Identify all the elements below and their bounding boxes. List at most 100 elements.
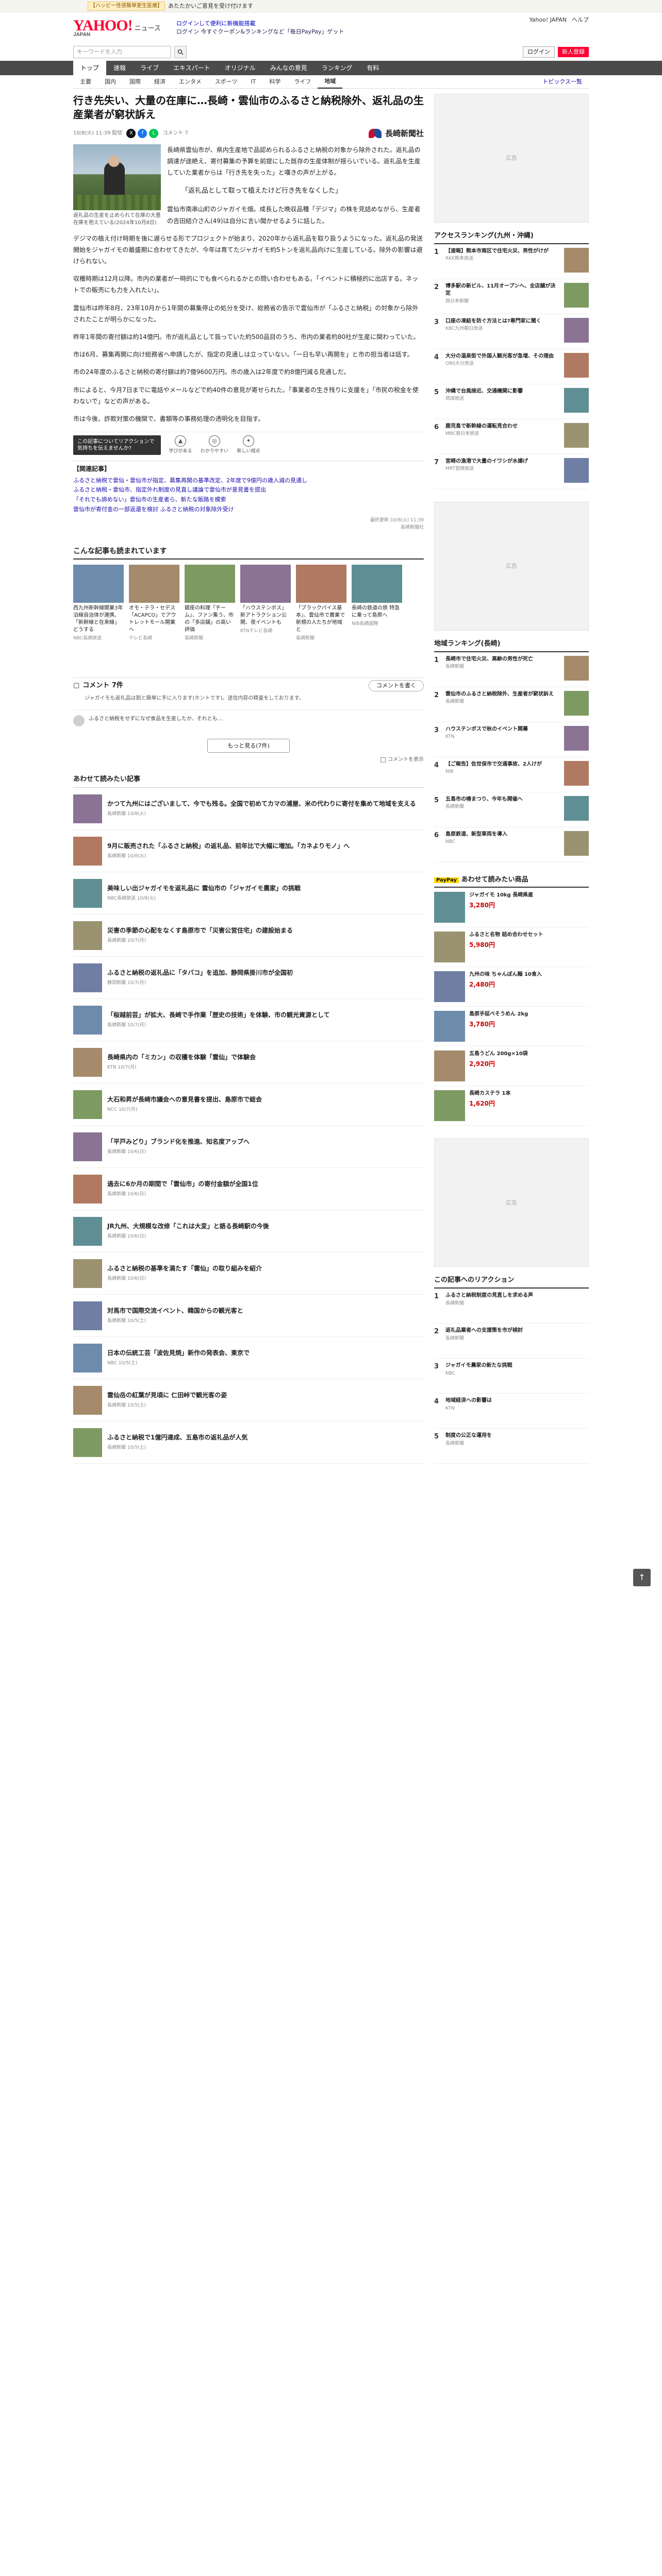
search-input[interactable]: キーワードを入力 (73, 46, 171, 58)
rank-title: 返礼品業者への支援策を市が検討 (445, 1328, 523, 1334)
subnav-item-6[interactable]: IT (244, 77, 262, 87)
yahoo-logo[interactable]: YAHOO! JAPAN (73, 18, 133, 38)
ad-banner[interactable]: 広告 (434, 1138, 589, 1267)
ranking-item[interactable]: 3 口座の凍結を防ぐ方法とは?専門家に聞く KBC九州朝日放送 (434, 314, 589, 349)
ranking-item[interactable]: 6 島原鉄道、新型車両を導入 NBC (434, 827, 589, 862)
notice-tag[interactable]: 【ハッピー性感簡単更生医療】 (88, 1, 165, 11)
more-comments-button[interactable]: もっと見る(7件) (207, 738, 290, 753)
product-item[interactable]: 九州の味 ちゃんぽん麺 10食入 2,480円 (434, 967, 589, 1007)
ranking-item[interactable]: 1 ふるさと納税制度の見直しを求める声 長崎新聞 (434, 1289, 589, 1324)
topics-link[interactable]: トピックス一覧 (536, 77, 589, 87)
help-link[interactable]: ヘルプ (572, 15, 589, 25)
recommend-item[interactable]: 災害の季節の心配をなくす島原市で「災害公営住宅」の建設始まる 長崎新聞 10/7(… (73, 914, 424, 957)
subnav-item-0[interactable]: 主要 (73, 77, 98, 87)
ranking-item[interactable]: 2 博多駅の新ビル、11月オープンへ、全店舗が決定 西日本新聞 (434, 279, 589, 314)
x-share-icon[interactable]: X (126, 129, 136, 138)
yahoo-top-link[interactable]: Yahoo! JAPAN (529, 15, 567, 25)
also-read-card[interactable]: 長崎の鉄道の旅 特急に乗って島原へ NIB長崎国際 (352, 564, 402, 642)
recommend-item[interactable]: 9月に販売された「ふるさと納税」の返礼品、前年比で大幅に増加。「カネよりモノ」へ… (73, 830, 424, 873)
product-item[interactable]: 長崎カステラ 1本 1,620円 (434, 1086, 589, 1126)
reaction-learn[interactable]: ▲ 学びがある (166, 435, 195, 455)
login-button[interactable]: ログイン (523, 46, 555, 58)
recommend-item[interactable]: 対馬市で国際交流イベント、韓国からの観光客と 長崎新聞 10/5(土) (73, 1295, 424, 1337)
recommend-item[interactable]: ふるさと納税の返礼品に「タバコ」を追加、静岡県掛川市が全国初 静岡新聞 10/7(… (73, 957, 424, 999)
subnav-item-5[interactable]: スポーツ (208, 77, 244, 87)
also-read-card[interactable]: 「ブラックパイス基本」、雲仙市で農業で新規の人たちが地域と 長崎新聞 (296, 564, 346, 642)
ranking-item[interactable]: 6 鹿児島で新幹線の運転見合わせ MBC南日本放送 (434, 419, 589, 454)
product-item[interactable]: 島原手延べそうめん 2kg 3,780円 (434, 1007, 589, 1047)
subnav-item-1[interactable]: 国内 (98, 77, 123, 87)
ranking-item[interactable]: 2 返礼品業者への支援策を市が検討 長崎新聞 (434, 1324, 589, 1359)
recommend-item[interactable]: 美味しい出ジャガイモを返礼品に 雲仙市の「ジャガイモ農家」の挑戦 NBC長崎放送 … (73, 872, 424, 915)
reaction-new[interactable]: ✦ 新しい視点 (234, 435, 263, 455)
ranking-item[interactable]: 7 宮崎の漁港で大量のイワシが水揚げ MRT宮崎放送 (434, 454, 589, 489)
rank-title: ジャガイモ農家の新たな挑戦 (445, 1363, 512, 1369)
subnav-item-9[interactable]: 地域 (318, 75, 343, 89)
nav-item-3[interactable]: エキスパート (166, 61, 218, 75)
nav-item-2[interactable]: ライブ (133, 61, 166, 75)
recommend-item[interactable]: 雲仙岳の紅葉が見頃に 仁田峠で観光客の姿 長崎新聞 10/5(土) (73, 1379, 424, 1422)
nav-item-6[interactable]: ランキング (315, 61, 360, 75)
rank-title: ハウステンボスで秋のイベント開幕 (445, 726, 528, 732)
nav-item-5[interactable]: みんなの意見 (263, 61, 315, 75)
ranking-item[interactable]: 1 【速報】熊本市南区で住宅火災、男性がけが RKK熊本放送 (434, 244, 589, 279)
recommend-item[interactable]: JR九州、大規模な改修「これは大変」と語る長崎駅の今後 長崎新聞 10/6(日) (73, 1210, 424, 1253)
search-button[interactable] (174, 46, 187, 58)
header-link-2[interactable]: ログイン 今すぐクーポン&ランキングなど「毎日PayPay」ゲット (176, 28, 344, 37)
ad-banner[interactable]: 広告 (434, 501, 589, 631)
header-link-1[interactable]: ログインして便利に新機能搭載 (176, 20, 256, 27)
reaction-clear[interactable]: ◎ わかりやすい (200, 435, 229, 455)
ranking-item[interactable]: 1 長崎市で住宅火災、高齢の男性が死亡 長崎新聞 (434, 652, 589, 687)
ranking-item[interactable]: 5 沖縄で台風接近、交通機関に影響 琉球放送 (434, 384, 589, 419)
recommend-item[interactable]: 長崎県内の「ミカン」の収穫を体験「雲仙」で体験会 KTN 10/7(月) (73, 1041, 424, 1084)
ranking-item[interactable]: 3 ハウステンボスで秋のイベント開幕 KTN (434, 722, 589, 757)
product-item[interactable]: 五島うどん 200g×10袋 2,920円 (434, 1046, 589, 1087)
line-share-icon[interactable]: L (149, 129, 159, 138)
ranking-item[interactable]: 5 制度の公正な運用を 長崎新聞 (434, 1429, 589, 1464)
recommend-item[interactable]: ふるさと納税で1億円達成、五島市の返礼品が人気 長崎新聞 10/5(土) (73, 1421, 424, 1464)
nav-item-4[interactable]: オリジナル (218, 61, 263, 75)
product-item[interactable]: ジャガイモ 10kg 長崎県産 3,280円 (434, 888, 589, 928)
nav-item-0[interactable]: トップ (73, 61, 107, 75)
ranking-item[interactable]: 4 【ご報告】佐世保市で交通事故、2人けが NIB (434, 757, 589, 792)
subnav-item-7[interactable]: 科学 (262, 77, 287, 87)
facebook-share-icon[interactable]: f (138, 129, 147, 138)
page-top-button[interactable]: ↑ (633, 1569, 651, 1586)
subnav-item-2[interactable]: 国際 (123, 77, 147, 87)
recommend-item[interactable]: かつて九州にはございまして、今でも残る。全国で初めてカマの浦屋、米の代わりに寄付… (73, 788, 424, 831)
ranking-item[interactable]: 5 五島市の椿まつり、今年も開催へ 長崎新聞 (434, 792, 589, 827)
subnav-item-4[interactable]: エンタメ (172, 77, 208, 87)
comment-count[interactable]: コメント 7 (162, 129, 188, 138)
comment-toggle[interactable]: コメントを表示 (73, 756, 424, 764)
ad-banner[interactable]: 広告 (434, 94, 589, 223)
article-photo[interactable]: 返礼品の生産を止められて在庫の大量在庫を抱えている(2024年10月8日) (73, 144, 161, 233)
write-comment-button[interactable]: コメントを書く (369, 680, 424, 691)
related-link[interactable]: ふるさと納税・雲仙市、指定外れ制度の見直し議論で雲仙市が意見書を提出 (73, 485, 424, 495)
ranking-item[interactable]: 4 大分の温泉街で外国人観光客が急増、その理由 OBS大分放送 (434, 349, 589, 384)
nav-item-7[interactable]: 有料 (359, 61, 386, 75)
nav-item-1[interactable]: 速報 (106, 61, 133, 75)
related-link[interactable]: ふるさと納税で雲仙・雲仙市が指定、募集再開の基準改定、2年度で9億円の歳入減の見… (73, 476, 424, 486)
recommend-item[interactable]: 「平戸みどり」ブランド化を推進、知名度アップへ 長崎新聞 10/6(日) (73, 1126, 424, 1168)
related-link[interactable]: 「それでも諦めない」雲仙市の生産者ら、新たな販路を模索 (73, 495, 424, 505)
related-link[interactable]: 雲仙市が寄付金の一部返還を検討 ふるさと納税の対象除外受け (73, 505, 424, 515)
ranking-item[interactable]: 3 ジャガイモ農家の新たな挑戦 NBC (434, 1359, 589, 1394)
product-item[interactable]: ふるさと名物 詰め合わせセット 5,980円 (434, 927, 589, 968)
recommend-item[interactable]: 「桜越前芸」が拡大、長崎で手作業「歴史の技術」を体験、市の観光資源として 長崎新聞… (73, 999, 424, 1042)
ranking-item[interactable]: 2 雲仙市のふるさと納税除外、生産者が窮状訴え 長崎新聞 (434, 687, 589, 722)
register-button[interactable]: 新人登録 (558, 47, 589, 57)
recommend-item[interactable]: 過去に6か月の期間で「雲仙市」の寄付金額が全国1位 長崎新聞 10/6(日) (73, 1168, 424, 1211)
publisher-logo[interactable]: 長崎新聞社 (368, 127, 424, 140)
also-read-card[interactable]: 銀座の料理「チーム」、ファン集う、市の「多店舗」の高い評価 長崎新聞 (185, 564, 235, 642)
ranking-item[interactable]: 4 地域経済への影響は KTN (434, 1394, 589, 1429)
notice-text[interactable]: あたたかいご意見を受け付けます (168, 2, 253, 11)
news-label[interactable]: ニュース (135, 24, 161, 35)
subnav-item-8[interactable]: ライフ (287, 77, 318, 87)
recommend-item[interactable]: ふるさと納税の基準を満たす「雲仙」の取り組みを紹介 長崎新聞 10/6(日) (73, 1252, 424, 1295)
recommend-item[interactable]: 大石和昇が長崎市議会への意見書を提出、島原市で総会 NCC 10/7(月) (73, 1083, 424, 1126)
subnav-item-3[interactable]: 経済 (147, 77, 172, 87)
recommend-item[interactable]: 日本の伝統工芸「波佐見焼」新作の発表会、東京で NBC 10/5(土) (73, 1337, 424, 1380)
also-read-card[interactable]: オモ・テラ・セデス「ACAPCO」でアウトレットモール開業へ テレビ長崎 (129, 564, 179, 642)
also-read-card[interactable]: 西九州新幹線開業3年 沿線自治体が連携、「新幹線と在来線」どうする NBC長崎放送 (73, 564, 124, 642)
also-read-card[interactable]: 「ハウステンボス」新アトラクション公開、夜イベントも KTNテレビ長崎 (240, 564, 291, 642)
